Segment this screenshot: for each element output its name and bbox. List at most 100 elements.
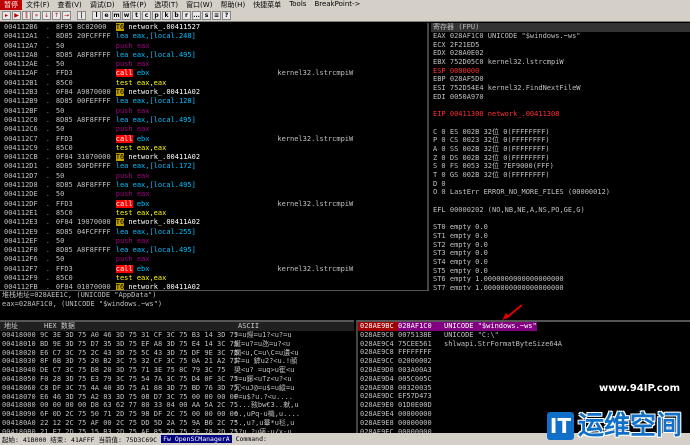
dump-row[interactable]: 00418070 E6 46 3D 75 A2 83 3D 75 08 D7 3C… [0,393,354,402]
toolbar-button[interactable]: ‖ [22,11,31,20]
disasm-row[interactable]: 004112D8. 8D85 A8F8FFFF lea eax,[local.495… [0,181,427,190]
disasm-row[interactable]: 004112A8. 8D85 A8F8FFFF lea eax,[local.495… [0,51,427,60]
register-line[interactable]: ST1 empty 0.0 [431,232,690,241]
register-line[interactable]: D 0 [431,180,690,189]
disasm-row[interactable]: 004112A1. 8D85 20FCFFFF lea eax,[local.248… [0,32,427,41]
register-line[interactable] [431,119,690,128]
dump-row[interactable]: 00418030 8F 6B 3D 75 20 B2 3C 75 32 CF 3C… [0,357,354,366]
disasm-row[interactable]: 004112D7. 50 push eax [0,172,427,181]
register-line[interactable]: T 0 GS 002B 32位 0(FFFFFFFF) [431,171,690,180]
stack-row[interactable]: 028AE9C0 0075138E UNICODE "C:\" [358,331,690,340]
memory-dump-pane[interactable]: 地址 HEX 数据 ASCII 00418000 9C 3E 3D 75 A0 4… [0,320,354,433]
disasm-row[interactable]: 004112B3. 0F84 A9870000 T6 network_.00411A… [0,88,427,97]
toolbar-button[interactable]: b [172,11,181,20]
dump-row[interactable]: 00418050 F0 28 3D 75 E3 79 3C 75 54 7A 3C… [0,375,354,384]
register-line[interactable]: S 0 FS 0053 32位 7EF9000(FFF) [431,162,690,171]
disasm-row[interactable]: 004112E1. 85C0 test eax,eax [0,209,427,218]
toolbar-button[interactable]: » [32,11,41,20]
stack-row[interactable]: 028AE9D0 003A00A3 [358,366,690,375]
register-line[interactable]: EDI 0050A970 [431,93,690,102]
dump-row[interactable]: 00418080 00 00 00 00 D8 63 62 77 80 33 04… [0,401,354,410]
disasm-row[interactable]: 004112F9. 85C0 test eax,eax [0,274,427,283]
dump-row[interactable]: 00418090 6F 0D 2C 75 50 71 2D 75 98 DF 2C… [0,410,354,419]
menu-item[interactable]: Tools [285,0,310,10]
register-line[interactable]: EIP 00411308 network_.00411308 [431,110,690,119]
toolbar-button[interactable]: ▶ [12,11,21,20]
stack-row[interactable]: 028AE9BC 028AF1C0 UNICODE "$windows.~ws" [358,322,690,331]
toolbar-button[interactable]: ▸ [2,11,11,20]
register-line[interactable]: EBX 752D05C0 kernel32.lstrcmpiW [431,58,690,67]
register-line[interactable]: ST6 empty 1.0000000000000000000 [431,275,690,284]
toolbar-button[interactable]: → [62,11,71,20]
toolbar-button[interactable]: | [77,11,86,20]
stack-row[interactable]: 028AE9CC 02000002 [358,357,690,366]
menu-item[interactable]: 调试(D) [86,0,119,10]
dump-row[interactable]: 00418040 DE C7 3C 75 D8 20 3D 75 71 3E 75… [0,366,354,375]
toolbar-button[interactable]: k [162,11,171,20]
register-line[interactable] [431,214,690,223]
disasm-row[interactable]: 004112F6. 50 push eax [0,255,427,264]
register-line[interactable]: ESP 0000000 [431,67,690,76]
disasm-row[interactable]: 004112BF. 50 push eax [0,107,427,116]
disasm-row[interactable]: 004112DF. FFD3 call ebx kernel32.lstrcmpiW [0,199,427,209]
toolbar-button[interactable]: l [92,11,101,20]
disasm-row[interactable]: 004112D1. 8D85 50FDFFFF lea eax,[local.172… [0,162,427,171]
disassembly-pane[interactable]: 004112B6. 8F95 8C02000 T6 network_.0041152… [0,23,429,290]
registers-pane[interactable]: 寄存器 (FPU) EAX 028AF1C0 UNICODE "$windows… [431,23,690,290]
menu-item[interactable]: 插件(P) [119,0,151,10]
disasm-row[interactable]: 004112AF. FFD3 call ebx kernel32.lstrcmpiW [0,69,427,78]
register-line[interactable]: ST2 empty 0.0 [431,241,690,250]
register-line[interactable]: ST0 empty 0.0 [431,223,690,232]
disasm-row[interactable]: 004112B9. 8D85 00FEFFFF lea eax,[local.128… [0,97,427,106]
disasm-row[interactable]: 004112F0. 8D85 A8F8FFFF lea eax,[local.495… [0,246,427,255]
disasm-row[interactable]: 004112C9. 85C0 test eax,eax [0,144,427,153]
toolbar-button[interactable]: s [202,11,211,20]
toolbar-button[interactable]: p [152,11,161,20]
menu-item[interactable]: 窗口(W) [182,0,216,10]
disasm-row[interactable]: 004112C7. FFD3 call ebx kernel32.lstrcmpiW [0,134,427,144]
register-line[interactable]: EDX 028A0E02 [431,49,690,58]
dump-row[interactable]: 00418010 BD 9E 3D 75 D7 35 3D 75 EF A8 3D… [0,340,354,349]
toolbar-button[interactable]: e [102,11,111,20]
toolbar-button[interactable]: c [142,11,151,20]
disasm-row[interactable]: 004112F7. FFD3 call ebx kernel32.lstrcmpiW [0,264,427,274]
register-line[interactable] [431,102,690,111]
register-line[interactable] [431,197,690,206]
register-line[interactable]: O 0 LastErr ERROR_NO_MORE_FILES (0000001… [431,188,690,197]
register-line[interactable]: EFL 00000202 (NO,NB,NE,A,NS,PO,GE,G) [431,206,690,215]
menu-item[interactable]: 选项(T) [150,0,182,10]
command-history-pill[interactable]: Fw OpenSCManagerA [161,435,232,443]
toolbar-button[interactable]: ↓ [42,11,51,20]
stack-row[interactable]: 028AE9C4 75CEE561 shlwapi.StrFormatByteSiz… [358,340,690,349]
menu-item[interactable]: BreakPoint-> [310,0,364,10]
toolbar-button[interactable]: ↑ [52,11,61,20]
register-line[interactable]: A 0 SS 002B 32位 0(FFFFFFFF) [431,145,690,154]
dump-row[interactable]: 00418020 E6 C7 3C 75 2C 43 3D 75 5C 43 3D… [0,349,354,358]
toolbar-button[interactable]: ? [222,11,231,20]
disasm-row[interactable]: 004112FB. 0F84 01070000 T6 network_.00411A… [0,283,427,290]
disasm-row[interactable]: 004112C6. 50 push eax [0,125,427,134]
register-line[interactable]: EAX 028AF1C0 UNICODE "$windows.~ws" [431,32,690,41]
toolbar-button[interactable]: w [122,11,131,20]
disasm-row[interactable]: 004112B6. 8F95 8C02000 T6 network_.0041152… [0,23,427,32]
register-line[interactable]: Z 0 DS 002B 32位 0(FFFFFFFF) [431,154,690,163]
register-line[interactable]: ST7 empty 1.0000000000000000000 [431,284,690,290]
disasm-row[interactable]: 004112EF. 50 push eax [0,237,427,246]
register-line[interactable]: ST4 empty 0.0 [431,258,690,267]
dump-row[interactable]: 004180A0 22 12 2C 75 AF 00 2C 75 DD 5D 2A… [0,419,354,428]
disasm-row[interactable]: 004112DE. 50 push eax [0,190,427,199]
disasm-row[interactable]: 004112C0. 8D85 A8F8FFFF lea eax,[local.495… [0,116,427,125]
toolbar-button[interactable]: m [112,11,121,20]
dump-row[interactable]: 00418000 9C 3E 3D 75 A0 46 3D 75 31 CF 3C… [0,331,354,340]
disasm-row[interactable]: 004112E3. 0F84 19070000 T6 network_.00411A… [0,218,427,227]
register-line[interactable]: EBP 028AF5D0 [431,75,690,84]
register-line[interactable]: ECX 2F21ED5 [431,41,690,50]
toolbar-button[interactable]: t [132,11,141,20]
register-line[interactable]: ST5 empty 0.0 [431,267,690,276]
disasm-row[interactable]: 004112CB. 0F84 31070000 T6 network_.00411A… [0,153,427,162]
toolbar-button[interactable]: ≡ [212,11,221,20]
register-line[interactable]: ST3 empty 0.0 [431,249,690,258]
stack-row[interactable]: 028AE9C8 FFFFFFFF [358,348,690,357]
menu-item[interactable]: 帮助(H) [216,0,249,10]
disasm-row[interactable]: 004112E9. 8D85 04FCFFFF lea eax,[local.255… [0,228,427,237]
